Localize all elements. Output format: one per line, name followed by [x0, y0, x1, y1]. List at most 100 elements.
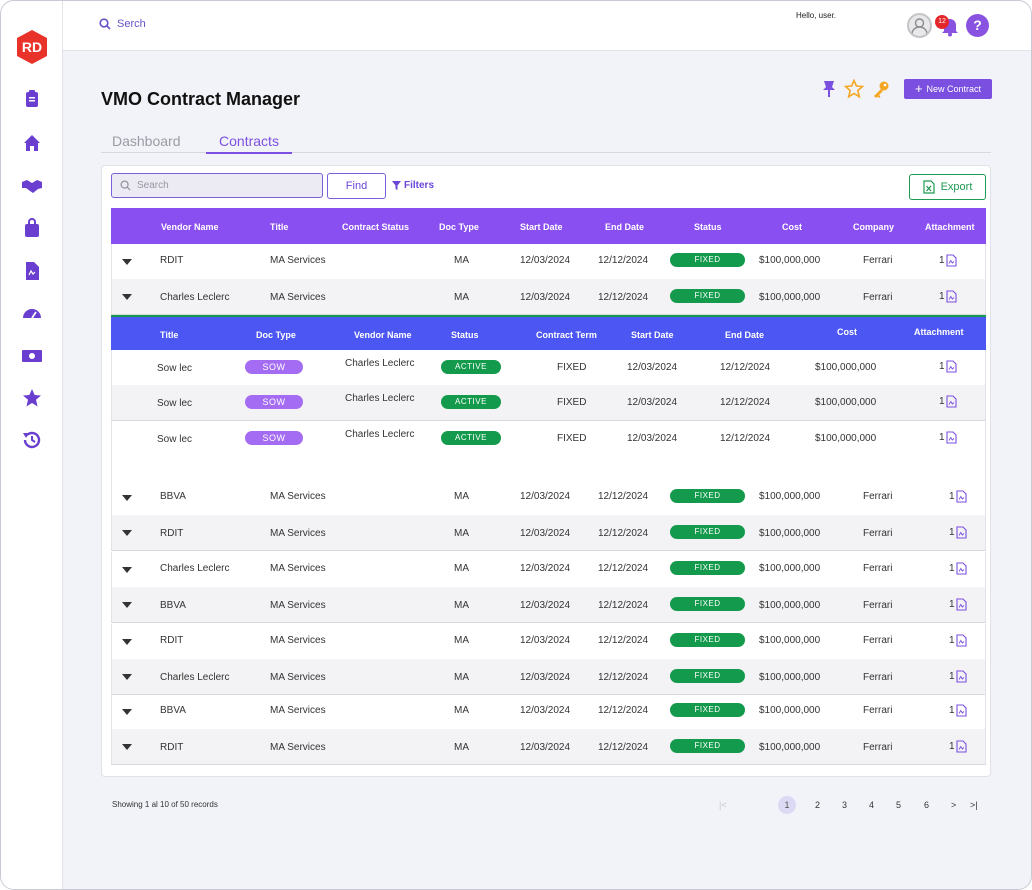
col-end-date[interactable]: End Date [605, 222, 644, 232]
col-cost[interactable]: Cost [782, 222, 802, 232]
expand-caret-icon[interactable] [122, 567, 132, 573]
next-page-button[interactable]: > [951, 796, 956, 814]
col-contract-status[interactable]: Contract Status [342, 222, 409, 232]
attachment-link[interactable]: 1 [939, 254, 957, 267]
tab-contracts[interactable]: Contracts [206, 133, 292, 154]
table-row[interactable]: Charles Leclerc MA Services MA 12/03/202… [111, 552, 986, 588]
help-button[interactable]: ? [966, 14, 989, 37]
star-outline-icon[interactable] [844, 79, 864, 99]
money-icon[interactable] [21, 345, 43, 367]
cell-title: MA Services [270, 292, 326, 303]
col-vendor-name[interactable]: Vendor Name [161, 222, 219, 232]
col-status[interactable]: Status [694, 222, 722, 232]
table-row[interactable]: RDIT MA Services MA 12/03/2024 12/12/202… [111, 244, 986, 280]
table-row[interactable]: Charles Leclerc MA Services MA 12/03/202… [111, 659, 986, 695]
cell-end-date: 12/12/2024 [598, 292, 649, 303]
attachment-link[interactable]: 1 [949, 634, 967, 647]
attachment-link[interactable]: 1 [949, 490, 967, 503]
attachment-link[interactable]: 1 [939, 395, 957, 408]
cell-start-date: 12/03/2024 [520, 672, 571, 683]
cell-vendor: RDIT [160, 528, 184, 539]
table-row[interactable]: BBVA MA Services MA 12/03/2024 12/12/202… [111, 694, 986, 730]
cell-vendor: BBVA [160, 705, 186, 716]
history-icon[interactable] [21, 429, 43, 451]
document-icon[interactable] [21, 260, 43, 282]
col-attachment[interactable]: Attachment [925, 222, 975, 232]
dashboard-gauge-icon[interactable] [21, 303, 43, 325]
expand-caret-icon[interactable] [122, 744, 132, 750]
attachment-link[interactable]: 1 [949, 526, 967, 539]
attachment-link[interactable]: 1 [939, 290, 957, 303]
cell-sub-cost: $100,000,000 [815, 397, 877, 408]
attachment-link[interactable]: 1 [939, 431, 957, 444]
page-4[interactable]: 4 [869, 796, 874, 814]
doc-type-badge: SOW [245, 360, 303, 374]
find-button[interactable]: Find [327, 173, 386, 199]
search-icon [99, 18, 111, 30]
status-badge: FIXED [670, 253, 745, 267]
cell-vendor: Charles Leclerc [160, 672, 230, 683]
expand-caret-icon[interactable] [122, 639, 132, 645]
table-row[interactable]: RDIT MA Services MA 12/03/2024 12/12/202… [111, 624, 986, 660]
col-company[interactable]: Company [853, 222, 894, 232]
attachment-link[interactable]: 1 [949, 562, 967, 575]
attachment-link[interactable]: 1 [949, 704, 967, 717]
page-1[interactable]: 1 [778, 796, 796, 814]
col-doc-type[interactable]: Doc Type [439, 222, 479, 232]
cell-doc-type: MA [454, 563, 469, 574]
expand-caret-icon[interactable] [122, 495, 132, 501]
sub-col-vendor-name: Vendor Name [354, 330, 412, 340]
col-title[interactable]: Title [270, 222, 288, 232]
attachment-link[interactable]: 1 [949, 670, 967, 683]
sub-table-row[interactable]: Sow lec SOW Charles Leclerc ACTIVE FIXED… [111, 421, 986, 457]
pin-icon[interactable] [819, 79, 839, 99]
expand-caret-icon[interactable] [122, 602, 132, 608]
cell-doc-type: MA [454, 491, 469, 502]
attachment-link[interactable]: 1 [949, 598, 967, 611]
shopping-bag-icon[interactable] [21, 217, 43, 239]
attachment-link[interactable]: 1 [939, 360, 957, 373]
attachment-link[interactable]: 1 [949, 740, 967, 753]
expand-caret-icon[interactable] [122, 294, 132, 300]
active-status-badge: ACTIVE [441, 431, 501, 445]
key-icon[interactable] [871, 79, 891, 99]
star-icon[interactable] [21, 387, 43, 409]
page-6[interactable]: 6 [924, 796, 929, 814]
tab-dashboard[interactable]: Dashboard [112, 133, 181, 149]
table-row[interactable]: RDIT MA Services MA 12/03/2024 12/12/202… [111, 515, 986, 551]
plus-icon: + [914, 81, 923, 96]
global-search[interactable]: Serch [99, 18, 146, 30]
cell-doc-type: MA [454, 635, 469, 646]
avatar[interactable] [907, 13, 932, 38]
expand-caret-icon[interactable] [122, 259, 132, 265]
active-status-badge: ACTIVE [441, 395, 501, 409]
expand-caret-icon[interactable] [122, 530, 132, 536]
page-5[interactable]: 5 [896, 796, 901, 814]
search-input[interactable]: Search [111, 173, 323, 198]
filters-button[interactable]: Filters [392, 180, 434, 191]
first-page-button[interactable]: |< [719, 796, 727, 814]
attachment-count: 1 [939, 396, 945, 407]
last-page-button[interactable]: >| [970, 796, 978, 814]
table-row[interactable]: BBVA MA Services MA 12/03/2024 12/12/202… [111, 480, 986, 516]
new-contract-button[interactable]: + New Contract [904, 79, 992, 99]
table-row[interactable]: BBVA MA Services MA 12/03/2024 12/12/202… [111, 587, 986, 623]
page-2[interactable]: 2 [815, 796, 820, 814]
sub-table-row[interactable]: Sow lec SOW Charles Leclerc ACTIVE FIXED… [111, 350, 986, 386]
cell-end-date: 12/12/2024 [598, 705, 649, 716]
greeting: Hello, user. [796, 11, 837, 20]
page-3[interactable]: 3 [842, 796, 847, 814]
home-icon[interactable] [21, 132, 43, 154]
sub-table-row[interactable]: Sow lec SOW Charles Leclerc ACTIVE FIXED… [111, 385, 986, 421]
table-row[interactable]: RDIT MA Services MA 12/03/2024 12/12/202… [111, 729, 986, 765]
handshake-icon[interactable] [21, 174, 43, 196]
expand-caret-icon[interactable] [122, 709, 132, 715]
cell-title: MA Services [270, 563, 326, 574]
export-button[interactable]: Export [909, 174, 986, 200]
table-row[interactable]: Charles Leclerc MA Services MA 12/03/202… [111, 279, 986, 315]
pdf-file-icon [956, 670, 967, 683]
cell-company: Ferrari [863, 705, 893, 716]
expand-caret-icon[interactable] [122, 674, 132, 680]
col-start-date[interactable]: Start Date [520, 222, 563, 232]
clipboard-icon[interactable] [21, 88, 43, 110]
